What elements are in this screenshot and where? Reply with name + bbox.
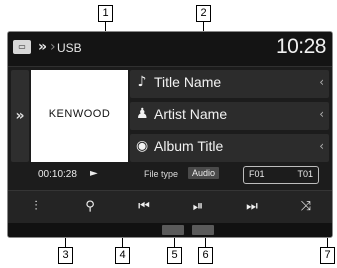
source-label: USB: [57, 41, 82, 55]
folder-number: F01: [249, 169, 265, 179]
track-info-list: ♪ Title Name ‹ ♟ Artist Name ‹ ◉ Album T…: [130, 70, 329, 162]
equalizer-button[interactable]: ⫶: [16, 191, 56, 223]
caret-left-icon: ‹: [319, 75, 324, 89]
next-track-icon: ⏭: [246, 199, 258, 214]
previous-track-icon: ⏮: [138, 199, 150, 214]
equalizer-icon: ⫶: [34, 199, 38, 214]
artist-name: Artist Name: [154, 106, 228, 122]
play-pause-icon: ⏯: [192, 199, 204, 214]
top-bar: ▭ » › USB 10:28: [8, 32, 332, 67]
callout-1: 1: [98, 5, 113, 22]
play-status-icon: ►: [90, 168, 98, 179]
callout-3: 3: [58, 247, 73, 264]
title-name: Title Name: [154, 74, 222, 90]
file-type-value: Audio: [188, 167, 220, 179]
caret-left-icon: ‹: [319, 139, 324, 153]
callout-2: 2: [196, 5, 211, 22]
caret-left-icon: ‹: [319, 107, 324, 121]
album-title: Album Title: [154, 138, 224, 154]
track-number: T01: [297, 169, 313, 179]
artwork-logo: KENWOOD: [48, 108, 111, 120]
artist-icon: ♟: [136, 106, 149, 122]
control-bar: ⫶ ⚲ ⏮ ⏯ ⏭ ⤨: [8, 190, 332, 223]
callout-4: 4: [115, 247, 130, 264]
search-button[interactable]: ⚲: [70, 191, 110, 223]
play-pause-button[interactable]: ⏯: [178, 191, 218, 223]
shuffle-icon: ⤨: [300, 199, 312, 214]
playing-time: 00:10:28: [38, 169, 77, 180]
next-track-button[interactable]: ⏭: [232, 191, 272, 223]
artist-row[interactable]: ♟ Artist Name ‹: [130, 102, 329, 130]
title-row[interactable]: ♪ Title Name ‹: [130, 70, 329, 98]
album-icon: ◉: [136, 138, 149, 154]
page-indicator-strip: [8, 223, 332, 237]
page-indicator-1[interactable]: [162, 225, 184, 235]
shuffle-button[interactable]: ⤨: [286, 191, 326, 223]
clock: 10:28: [275, 35, 327, 58]
music-note-icon: ♪: [137, 74, 147, 90]
file-type-label: File type: [144, 169, 179, 179]
previous-track-button[interactable]: ⏮: [124, 191, 164, 223]
double-chevron-icon: »: [15, 108, 25, 124]
page-indicator-2[interactable]: [192, 225, 214, 235]
album-row[interactable]: ◉ Album Title ‹: [130, 134, 329, 162]
callout-6: 6: [198, 247, 213, 264]
callout-5: 5: [167, 247, 182, 264]
album-artwork: KENWOOD: [31, 70, 128, 162]
side-panel-toggle[interactable]: »: [11, 70, 29, 162]
status-row: 00:10:28 ► File type Audio F01 T01: [8, 166, 332, 186]
breadcrumb-separator-icon: ›: [50, 39, 56, 55]
callout-7: 7: [320, 247, 335, 264]
breadcrumb-chevron-icon: »: [38, 39, 48, 55]
device-screen: ▭ » › USB 10:28 » KENWOOD ♪ Title Name ‹…: [7, 31, 333, 238]
usb-source-icon[interactable]: ▭: [13, 40, 31, 54]
search-icon: ⚲: [85, 199, 95, 214]
folder-track-indicator: F01 T01: [243, 166, 319, 184]
